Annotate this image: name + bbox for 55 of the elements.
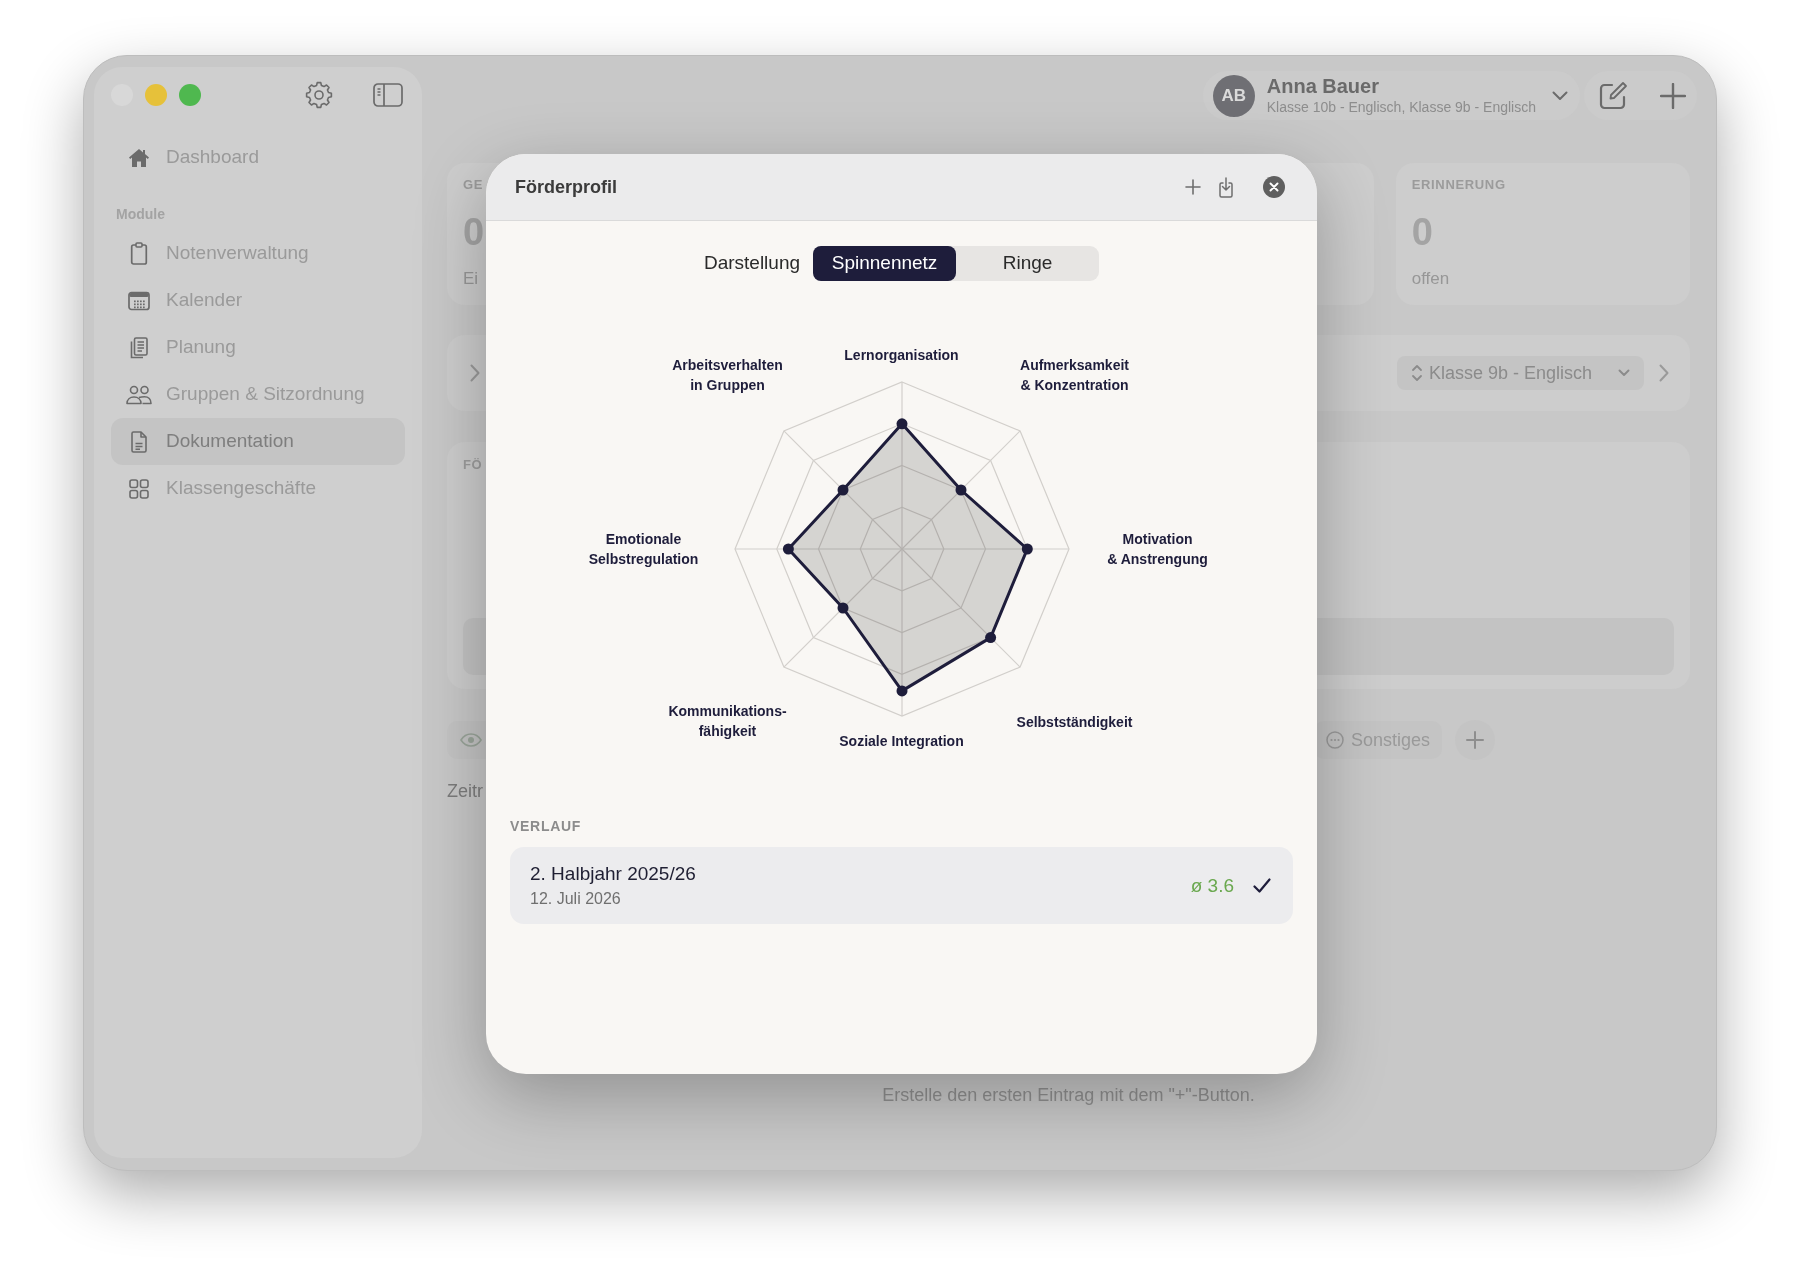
radar-point [1021,543,1033,555]
axis-label: Emotionale Selbstregulation [588,530,699,569]
compose-icon[interactable] [1598,80,1628,111]
download-icon[interactable] [1216,176,1236,198]
radar-point [955,484,966,496]
more-circle-icon [1326,731,1344,749]
radar-point [837,484,848,496]
window-zoom-button[interactable] [179,84,201,106]
calendar-icon [128,290,150,311]
sidebar-item[interactable]: Dokumentation [111,418,405,465]
plus-icon[interactable] [1185,179,1201,195]
view-tab[interactable]: Ringe [956,246,1100,281]
up-down-chevron-icon [1410,363,1423,383]
view-tab[interactable]: Spinnennetz [813,246,957,281]
avatar: AB [1212,74,1255,117]
clipboard-icon [130,242,148,265]
axis-label: Kommunikations- fähigkeit [668,702,787,741]
close-icon[interactable] [1263,176,1285,198]
axis-label: Soziale Integration [839,732,964,751]
section-title: VERLAUF [510,818,581,834]
add-button[interactable] [1455,720,1496,760]
radar-point [984,632,996,644]
house-icon [128,147,150,168]
average-score: ø 3.6 [1190,873,1234,898]
user-name: Anna Bauer [1266,75,1380,98]
history-title: 2. Halbjahr 2025/26 [530,862,696,886]
view-label: Darstellung [703,251,801,276]
radar-point [837,602,848,614]
axis-label: Selbstständigkeit [1016,713,1133,732]
chevron-down-icon [1618,369,1630,377]
axis-label: Arbeitsverhalten in Gruppen [672,356,783,395]
radar-point [896,685,907,697]
chevron-right-icon[interactable] [1659,364,1669,382]
document-icon [130,430,148,453]
class-dropdown[interactable]: Klasse 9b - Englisch [1396,356,1644,390]
radar-point [782,543,794,555]
history-row[interactable]: 2. Halbjahr 2025/26 12. Juli 2026 ø 3.6 [510,847,1293,924]
sidebar-toggle-icon[interactable] [373,83,403,107]
settings-icon[interactable] [305,81,333,109]
people-icon [126,384,152,405]
grid-icon [129,478,149,499]
history-date: 12. Juli 2026 [530,889,621,909]
chevron-down-icon [1552,90,1568,101]
eye-icon [460,733,482,747]
chevron-right-icon[interactable] [470,364,480,382]
plus-icon [1466,731,1485,749]
timeline-label: Zeitr [447,780,483,803]
user-classes: Klasse 10b - Englisch, Klasse 9b - Englisch [1266,98,1536,116]
notepad-icon [130,336,148,359]
axis-label: Lernorganisation [844,346,959,365]
axis-label: Aufmerksamkeit & Konzentration [1020,356,1129,395]
radar-point [896,418,907,430]
plus-icon[interactable] [1660,82,1686,109]
axis-label: Motivation & Anstrengung [1107,530,1208,569]
modal-title: Förderprofil [515,175,617,199]
